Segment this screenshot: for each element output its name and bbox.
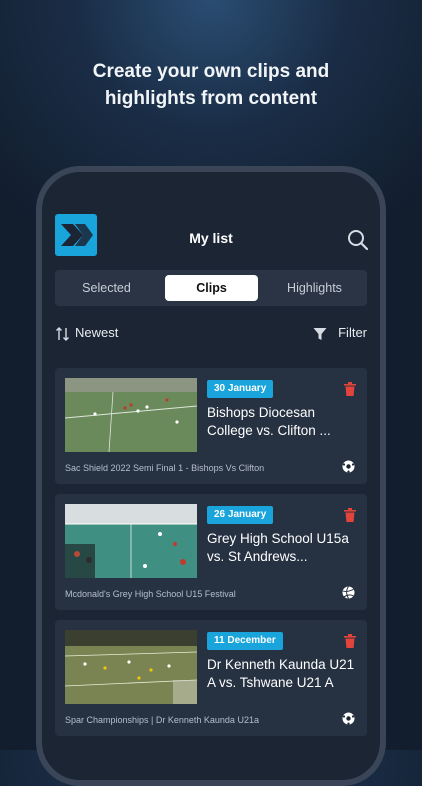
filter-icon[interactable] bbox=[313, 327, 327, 341]
headline-line-2: highlights from content bbox=[104, 88, 318, 109]
headline-line-1: Create your own clips and bbox=[92, 61, 330, 82]
phone-frame: My list Selected Clips Highlights Newest… bbox=[36, 166, 386, 786]
clip-card[interactable]: 11 December Dr Kenneth Kaunda U21 A vs. … bbox=[55, 620, 367, 736]
clip-thumbnail[interactable] bbox=[65, 504, 197, 578]
sort-icon[interactable] bbox=[55, 326, 71, 342]
sort-filter-bar: Newest Filter bbox=[55, 324, 367, 344]
app-screen: My list Selected Clips Highlights Newest… bbox=[42, 172, 380, 780]
segmented-tabs: Selected Clips Highlights bbox=[55, 270, 367, 306]
clip-thumbnail[interactable] bbox=[65, 378, 197, 452]
page-title: My list bbox=[189, 230, 233, 246]
soccer-ball-icon bbox=[342, 712, 355, 725]
clip-title[interactable]: Bishops Diocesan College vs. Clifton ... bbox=[207, 404, 355, 440]
delete-icon[interactable] bbox=[344, 634, 356, 648]
clip-event-label: Spar Championships | Dr Kenneth Kaunda U… bbox=[65, 715, 259, 725]
clip-event-label: Mcdonald's Grey High School U15 Festival bbox=[65, 589, 236, 599]
soccer-ball-icon bbox=[342, 460, 355, 473]
clip-date-badge: 26 January bbox=[207, 506, 274, 524]
tab-selected[interactable]: Selected bbox=[60, 275, 153, 301]
volleyball-icon bbox=[342, 586, 355, 599]
clip-date-badge: 11 December bbox=[207, 632, 283, 650]
tab-highlights[interactable]: Highlights bbox=[268, 275, 361, 301]
clip-event-label: Sac Shield 2022 Semi Final 1 - Bishops V… bbox=[65, 463, 265, 473]
filter-button[interactable]: Filter bbox=[338, 325, 367, 340]
clip-card[interactable]: 26 January Grey High School U15a vs. St … bbox=[55, 494, 367, 610]
clip-title[interactable]: Dr Kenneth Kaunda U21 A vs. Tshwane U21 … bbox=[207, 656, 355, 692]
clip-date-badge: 30 January bbox=[207, 380, 274, 398]
delete-icon[interactable] bbox=[344, 382, 356, 396]
search-icon[interactable] bbox=[347, 229, 369, 251]
clip-thumbnail[interactable] bbox=[65, 630, 197, 704]
delete-icon[interactable] bbox=[344, 508, 356, 522]
clip-card[interactable]: 30 January Bishops Diocesan College vs. … bbox=[55, 368, 367, 484]
clip-title[interactable]: Grey High School U15a vs. St Andrews... bbox=[207, 530, 355, 566]
marketing-headline: Create your own clips and highlights fro… bbox=[0, 58, 422, 112]
tab-clips[interactable]: Clips bbox=[165, 275, 258, 301]
sort-button[interactable]: Newest bbox=[75, 325, 118, 340]
